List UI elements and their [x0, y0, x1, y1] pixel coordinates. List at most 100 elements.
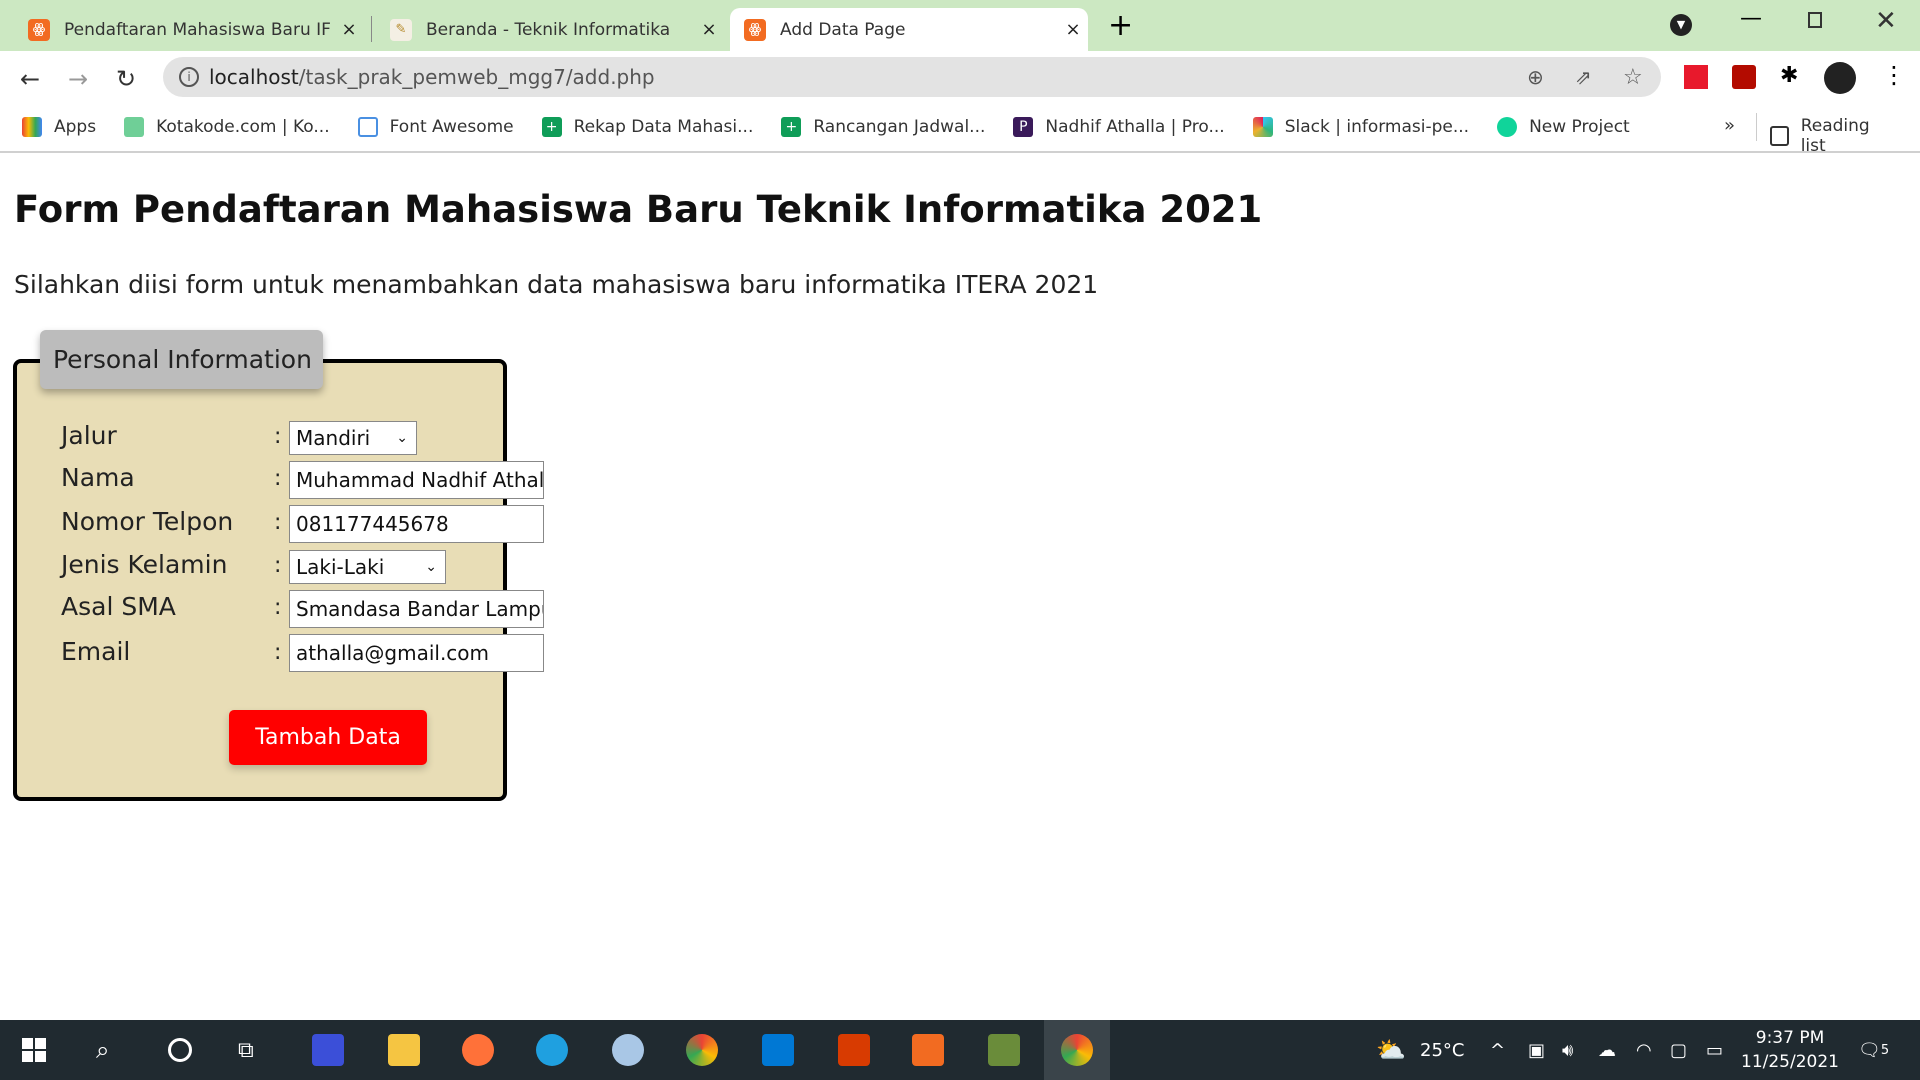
colon: :	[274, 640, 282, 665]
nomor-telpon-input[interactable]: 081177445678	[289, 505, 544, 543]
colon: :	[274, 595, 282, 620]
mendeley-icon[interactable]	[1684, 65, 1708, 89]
label-email: Email	[61, 637, 131, 666]
tab-add-data[interactable]: ꙮ Add Data Page ×	[730, 8, 1088, 51]
app-icon[interactable]	[312, 1034, 344, 1066]
taskbar: ⌕ ⧉ ⛅ 25°C ^ ▣ 🔊︎ ☁ ◠ ▢ ▭ 9:37 PM 11/25/2…	[0, 1020, 1920, 1080]
tab-beranda[interactable]: ✎ Beranda - Teknik Informatika ×	[376, 8, 724, 51]
task-view-icon[interactable]: ⧉	[238, 1020, 254, 1080]
xampp-icon: ꙮ	[744, 18, 766, 41]
chevron-up-icon[interactable]: ^	[1490, 1020, 1505, 1080]
volume-icon[interactable]: 🔊︎	[1562, 1020, 1573, 1080]
tab-bar: ꙮ Pendaftaran Mahasiswa Baru IF 2021 × ✎…	[0, 0, 1920, 51]
bookmark-kotakode[interactable]: Kotakode.com | Ko...	[124, 117, 330, 137]
pdf-icon[interactable]	[1732, 65, 1756, 89]
wifi-icon[interactable]: ◠	[1636, 1020, 1652, 1080]
reading-list-icon	[1770, 126, 1789, 146]
chevron-down-icon: ⌄	[396, 430, 408, 446]
bookmark-font-awesome[interactable]: Font Awesome	[357, 117, 514, 137]
bookmark-apps[interactable]: Apps	[22, 117, 96, 137]
tab-divider	[371, 16, 372, 42]
vscode-icon[interactable]	[762, 1034, 794, 1066]
share-icon[interactable]: ⇗	[1575, 65, 1592, 89]
bookmark-slack[interactable]: Slack | informasi-pe...	[1252, 117, 1469, 137]
reading-list-button[interactable]: Reading list	[1770, 116, 1892, 156]
reload-icon[interactable]: ↻	[116, 65, 136, 93]
colon: :	[274, 466, 282, 491]
sheets-icon: +	[541, 117, 562, 137]
chevron-down-icon: ⌄	[425, 559, 437, 575]
app-icon[interactable]	[988, 1034, 1020, 1066]
camera-icon[interactable]: ▣	[1528, 1020, 1545, 1080]
page-title: Form Pendaftaran Mahasiswa Baru Teknik I…	[14, 188, 1263, 231]
zoom-icon[interactable]: ⊕	[1527, 65, 1544, 89]
clock[interactable]: 9:37 PM 11/25/2021	[1740, 1026, 1840, 1074]
colon: :	[274, 510, 282, 535]
back-icon[interactable]: ←	[20, 65, 40, 93]
close-tab-icon[interactable]: ×	[334, 19, 364, 40]
itera-icon: ✎	[390, 18, 412, 41]
display-icon[interactable]: ▢	[1670, 1020, 1687, 1080]
bookmark-rekap[interactable]: + Rekap Data Mahasi...	[541, 117, 753, 137]
tambah-data-button[interactable]: Tambah Data	[229, 710, 427, 765]
bookmark-new-project[interactable]: New Project	[1497, 117, 1630, 137]
search-icon[interactable]: ⌕	[96, 1020, 109, 1080]
project-icon	[1497, 117, 1518, 137]
bookmarks-bar: Apps Kotakode.com | Ko... Font Awesome +…	[0, 103, 1920, 156]
toolbar: ← → ↻ i localhost/task_prak_pemweb_mgg7/…	[0, 51, 1920, 103]
fieldset-legend: Personal Information	[40, 330, 323, 389]
firefox-icon[interactable]	[462, 1034, 494, 1066]
more-bookmarks-icon[interactable]: »	[1724, 115, 1735, 136]
jalur-select[interactable]: Mandiri ⌄	[289, 421, 417, 455]
snipping-icon[interactable]	[612, 1034, 644, 1066]
tab-search-icon[interactable]: ▼	[1670, 14, 1692, 36]
start-icon[interactable]	[22, 1038, 46, 1062]
office-icon[interactable]	[838, 1034, 870, 1066]
avatar[interactable]	[1824, 62, 1856, 94]
page-subtitle: Silahkan diisi form untuk menambahkan da…	[14, 270, 1099, 299]
address-bar[interactable]: i localhost/task_prak_pemweb_mgg7/add.ph…	[163, 57, 1661, 97]
jenis-kelamin-select[interactable]: Laki-Laki ⌄	[289, 550, 446, 584]
forward-icon[interactable]: →	[68, 65, 88, 93]
battery-icon[interactable]: ▭	[1706, 1020, 1723, 1080]
temperature[interactable]: 25°C	[1420, 1020, 1464, 1080]
colon: :	[274, 424, 282, 449]
weather-icon[interactable]: ⛅	[1376, 1020, 1406, 1080]
chrome-icon	[1061, 1034, 1093, 1066]
active-app[interactable]	[1044, 1020, 1110, 1080]
notifications-icon[interactable]: 🗨︎ 5	[1858, 1020, 1889, 1080]
bookmark-nadhif[interactable]: P Nadhif Athalla | Pro...	[1013, 117, 1225, 137]
chrome-icon[interactable]	[686, 1034, 718, 1066]
menu-icon[interactable]: ⋮	[1882, 61, 1906, 89]
nama-input[interactable]: Muhammad Nadhif Athalla	[289, 461, 544, 499]
close-window-icon[interactable]: ✕	[1875, 6, 1897, 36]
file-explorer-icon[interactable]	[388, 1034, 420, 1066]
bookmark-rancangan[interactable]: + Rancangan Jadwal...	[781, 117, 985, 137]
close-tab-icon[interactable]: ×	[1058, 19, 1088, 40]
slack-icon	[1252, 117, 1273, 137]
apps-icon	[22, 117, 42, 137]
label-jalur: Jalur	[61, 421, 117, 450]
label-asal-sma: Asal SMA	[61, 592, 176, 621]
restore-icon[interactable]	[1808, 12, 1822, 28]
cortana-icon[interactable]	[168, 1038, 192, 1062]
close-tab-icon[interactable]: ×	[694, 19, 724, 40]
email-input[interactable]: athalla@gmail.com	[289, 634, 544, 672]
bookmark-star-icon[interactable]: ☆	[1623, 65, 1643, 90]
edge-icon[interactable]	[536, 1034, 568, 1066]
asal-sma-input[interactable]: Smandasa Bandar Lampung	[289, 590, 544, 628]
extensions-icon[interactable]: ✱	[1780, 63, 1798, 88]
label-nomor-telpon: Nomor Telpon	[61, 507, 234, 536]
onedrive-error-icon[interactable]: ☁	[1598, 1020, 1616, 1080]
tab-pendaftaran[interactable]: ꙮ Pendaftaran Mahasiswa Baru IF 2021 ×	[14, 8, 364, 51]
colon: :	[274, 553, 282, 578]
xampp-icon: ꙮ	[28, 18, 50, 41]
minimize-icon[interactable]: —	[1740, 6, 1762, 31]
portfolio-icon: P	[1013, 117, 1034, 137]
new-tab-icon[interactable]: +	[1108, 8, 1133, 43]
label-nama: Nama	[61, 463, 135, 492]
label-jenis-kelamin: Jenis Kelamin	[61, 550, 228, 579]
flag-icon	[357, 117, 378, 137]
info-icon[interactable]: i	[179, 67, 199, 87]
xampp-icon[interactable]	[912, 1034, 944, 1066]
